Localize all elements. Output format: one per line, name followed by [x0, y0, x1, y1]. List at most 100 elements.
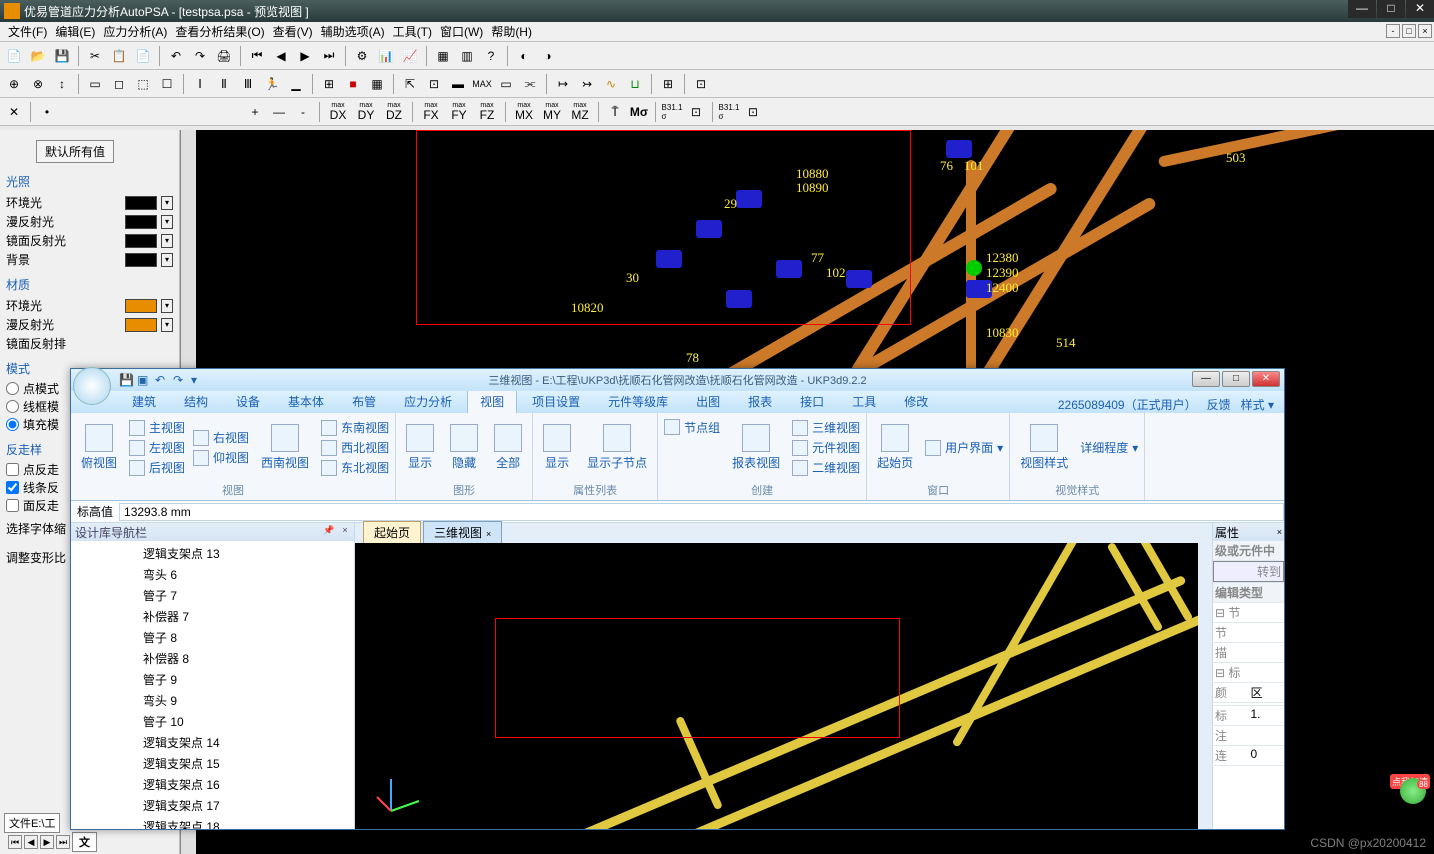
tool-icon[interactable]: ▁	[286, 74, 306, 94]
all-button[interactable]: 全部	[488, 422, 528, 473]
tool-icon[interactable]: ⊞	[319, 74, 339, 94]
tool-icon[interactable]: —	[269, 102, 289, 122]
menu-results[interactable]: 查看分析结果(O)	[175, 23, 264, 40]
prop-row[interactable]: 颜区	[1213, 683, 1284, 703]
print-icon[interactable]: 🖨	[214, 46, 234, 66]
save-icon[interactable]: 💾	[52, 46, 72, 66]
elevation-input[interactable]	[119, 503, 1284, 521]
specular-swatch[interactable]	[125, 234, 157, 248]
tool-icon[interactable]: 📊	[376, 46, 396, 66]
anti-point-cb[interactable]	[6, 463, 19, 476]
main-view-button[interactable]: 主视图	[127, 418, 187, 437]
se-view-button[interactable]: 东南视图	[319, 418, 391, 437]
new-icon[interactable]: 📄	[4, 46, 24, 66]
qat-undo-icon[interactable]: ↶	[155, 373, 169, 387]
list-child-button[interactable]: 显示子节点	[581, 422, 653, 473]
tool-icon[interactable]: ⊡	[686, 102, 706, 122]
tool-icon[interactable]: Ⅲ	[238, 74, 258, 94]
copy-icon[interactable]: 📋	[109, 46, 129, 66]
tree-item[interactable]: 逻辑支架点 14	[73, 732, 352, 753]
tool-icon[interactable]: ✕	[4, 102, 24, 122]
tool-icon[interactable]: ▥	[457, 46, 477, 66]
tab-view[interactable]: 视图	[467, 389, 517, 413]
bg-swatch[interactable]	[125, 253, 157, 267]
anti-line-cb[interactable]	[6, 481, 19, 494]
tab-stress[interactable]: 应力分析	[391, 389, 465, 413]
tree-item[interactable]: 逻辑支架点 13	[73, 543, 352, 564]
max-dy[interactable]: maxDY	[354, 102, 378, 121]
tool-icon[interactable]: B31.1σ	[719, 102, 739, 122]
prop-row[interactable]: 描	[1213, 643, 1284, 663]
prop-row[interactable]: ⊟ 节	[1213, 603, 1284, 623]
dropdown-icon[interactable]: ▾	[161, 318, 173, 332]
tool-icon[interactable]: T̄	[605, 102, 625, 122]
redo-icon[interactable]: ↷	[190, 46, 210, 66]
plus-icon[interactable]: +	[245, 102, 265, 122]
tool-icon[interactable]: ◑	[538, 46, 558, 66]
hide-button[interactable]: 隐藏	[444, 422, 484, 473]
tab-first-icon[interactable]: ⏮	[8, 835, 22, 849]
tool-icon[interactable]: -	[293, 102, 313, 122]
comp-view-button[interactable]: 元件视图	[790, 438, 862, 457]
close-tab-icon[interactable]: ×	[486, 529, 491, 539]
person-icon[interactable]: 🏃	[262, 74, 282, 94]
tool-icon[interactable]: ↕	[52, 74, 72, 94]
tab-library[interactable]: 元件等级库	[595, 389, 681, 413]
mdi-close[interactable]: ×	[1418, 24, 1432, 38]
mode-point-radio[interactable]	[6, 382, 19, 395]
list-show-button[interactable]: 显示	[537, 422, 577, 473]
close-panel-icon[interactable]: ×	[338, 525, 352, 539]
tool-icon[interactable]: ⊔	[625, 74, 645, 94]
fg-3d-canvas[interactable]	[355, 543, 1212, 829]
sw-view-button[interactable]: 西南视图	[255, 422, 315, 473]
nav-prev-icon[interactable]: ◀	[271, 46, 291, 66]
tool-icon[interactable]: 📈	[400, 46, 420, 66]
max-fx[interactable]: maxFX	[419, 102, 443, 121]
back-view-button[interactable]: 后视图	[127, 458, 187, 477]
menu-view[interactable]: 查看(V)	[273, 23, 313, 40]
ne-view-button[interactable]: 东北视图	[319, 458, 391, 477]
tab-report[interactable]: 报表	[735, 389, 785, 413]
view-style-button[interactable]: 视图样式	[1014, 422, 1074, 473]
close-panel-icon[interactable]: ×	[1277, 527, 1282, 537]
left-view-button[interactable]: 左视图	[127, 438, 187, 457]
max-mx[interactable]: maxMX	[512, 102, 536, 121]
2d-view-button[interactable]: 二维视图	[790, 458, 862, 477]
pin-icon[interactable]: 📌	[322, 525, 336, 539]
qat-icon[interactable]: ▣	[137, 373, 151, 387]
max-mz[interactable]: maxMZ	[568, 102, 592, 121]
paste-icon[interactable]: 📄	[133, 46, 153, 66]
tab-pipe[interactable]: 布管	[339, 389, 389, 413]
tool-icon[interactable]: ◐	[514, 46, 534, 66]
report-view-button[interactable]: 报表视图	[726, 422, 786, 473]
tool-icon[interactable]: ▭	[496, 74, 516, 94]
tab-interface[interactable]: 接口	[787, 389, 837, 413]
tab-basic[interactable]: 基本体	[275, 389, 337, 413]
detail-button[interactable]: 详细程度▾	[1078, 438, 1140, 457]
canvas-scrollbar[interactable]	[1198, 543, 1212, 829]
tool-icon[interactable]: ■	[343, 74, 363, 94]
tool-icon[interactable]: Ⅰ	[190, 74, 210, 94]
tool-icon[interactable]: ▬	[448, 74, 468, 94]
tab-struct[interactable]: 结构	[171, 389, 221, 413]
tool-icon[interactable]: Ⅱ	[214, 74, 234, 94]
tab-next-icon[interactable]: ▶	[40, 835, 54, 849]
max-fy[interactable]: maxFY	[447, 102, 471, 121]
menu-window[interactable]: 窗口(W)	[440, 23, 483, 40]
nav-last-icon[interactable]: ⏭	[319, 46, 339, 66]
tool-icon[interactable]: ▭	[85, 74, 105, 94]
tab-prev-icon[interactable]: ◀	[24, 835, 38, 849]
tree-item[interactable]: 管子 10	[73, 711, 352, 732]
tool-icon[interactable]: ⇱	[400, 74, 420, 94]
speedup-widget[interactable]: 点我加速 88	[1386, 774, 1430, 804]
menu-file[interactable]: 文件(F)	[8, 23, 47, 40]
fg-maximize-button[interactable]: □	[1222, 371, 1250, 387]
app-menu-orb[interactable]	[73, 367, 111, 405]
feedback-link[interactable]: 反馈	[1207, 396, 1231, 413]
undo-icon[interactable]: ↶	[166, 46, 186, 66]
tree-item[interactable]: 弯头 9	[73, 690, 352, 711]
tool-icon[interactable]: ∿	[601, 74, 621, 94]
tree-item[interactable]: 管子 7	[73, 585, 352, 606]
tool-icon[interactable]: ⊗	[28, 74, 48, 94]
qat-dd-icon[interactable]: ▾	[191, 373, 205, 387]
